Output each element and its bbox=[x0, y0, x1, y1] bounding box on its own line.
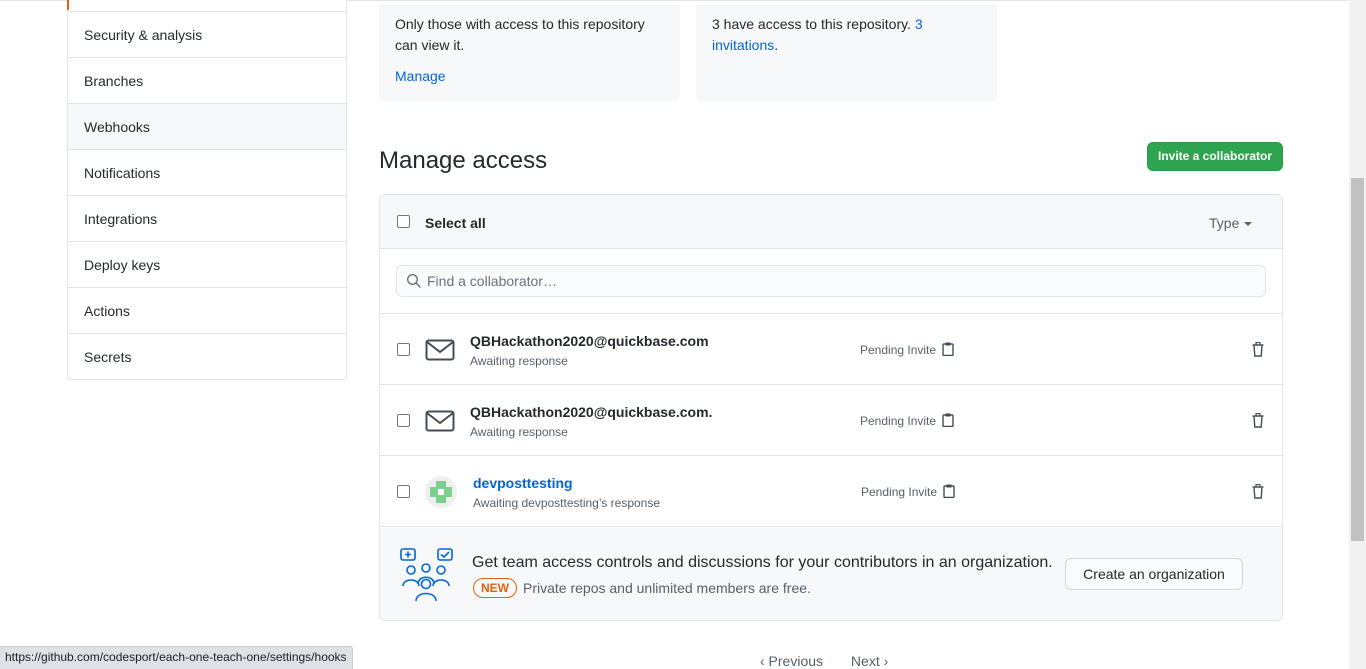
clipboard-icon[interactable] bbox=[943, 484, 955, 498]
collaborator-username-link[interactable]: devposttesting bbox=[473, 475, 573, 491]
row-checkbox[interactable] bbox=[397, 343, 410, 356]
sidebar-item-notifications[interactable]: Notifications bbox=[68, 149, 346, 195]
row-checkbox[interactable] bbox=[397, 485, 410, 498]
visibility-card: Only those with access to this repositor… bbox=[379, 4, 680, 102]
collaborator-row: QBHackathon2020@quickbase.com. Awaiting … bbox=[380, 385, 1282, 456]
collaborator-name: QBHackathon2020@quickbase.com bbox=[470, 333, 709, 349]
trash-icon[interactable] bbox=[1252, 342, 1264, 357]
sidebar-item-secrets[interactable]: Secrets bbox=[68, 333, 346, 379]
type-filter-dropdown[interactable]: Type bbox=[1209, 215, 1253, 231]
promo-subtitle: Private repos and unlimited members are … bbox=[523, 580, 811, 596]
pending-invite-label: Pending Invite bbox=[860, 414, 937, 428]
manage-access-title: Manage access bbox=[379, 147, 548, 174]
clipboard-icon[interactable] bbox=[942, 413, 954, 427]
mail-icon bbox=[425, 339, 455, 361]
caret-down-icon bbox=[1244, 222, 1253, 227]
scrollbar-thumb[interactable] bbox=[1351, 178, 1364, 541]
previous-page-link[interactable]: ‹ Previous bbox=[760, 653, 823, 669]
manage-link[interactable]: Manage bbox=[395, 66, 664, 87]
invitations-suffix: . bbox=[774, 37, 779, 53]
search-row bbox=[380, 249, 1282, 314]
search-icon bbox=[406, 273, 421, 288]
invite-collaborator-button[interactable]: Invite a collaborator bbox=[1147, 142, 1283, 171]
trash-icon[interactable] bbox=[1252, 484, 1264, 499]
collaborator-status-text: Awaiting response bbox=[470, 354, 568, 368]
active-marker bbox=[67, 0, 69, 10]
browser-status-url: https://github.com/codesport/each-one-te… bbox=[0, 646, 353, 669]
type-filter-label: Type bbox=[1209, 215, 1240, 231]
clipboard-icon[interactable] bbox=[942, 342, 954, 356]
new-badge: NEW bbox=[473, 578, 517, 598]
settings-sidebar: Security & analysis Branches Webhooks No… bbox=[67, 0, 347, 380]
access-card: 3 have access to this repository. 3 invi… bbox=[696, 4, 997, 102]
trash-icon[interactable] bbox=[1252, 413, 1264, 428]
box-header: Select all Type bbox=[380, 195, 1282, 249]
sidebar-item-deploy-keys[interactable]: Deploy keys bbox=[68, 241, 346, 287]
promo-title: Get team access controls and discussions… bbox=[472, 554, 1053, 571]
access-text: have access to this repository. bbox=[719, 16, 915, 32]
access-count: 3 bbox=[712, 16, 720, 32]
collaborators-box: Select all Type QBHackathon2020@quickbas… bbox=[379, 194, 1283, 621]
sidebar-item-actions[interactable]: Actions bbox=[68, 287, 346, 333]
collaborator-search-input[interactable] bbox=[396, 265, 1266, 297]
pending-invite-label: Pending Invite bbox=[860, 343, 937, 357]
sidebar-item-branches[interactable]: Branches bbox=[68, 57, 346, 103]
pagination: ‹ Previous Next › bbox=[760, 653, 912, 669]
access-summary: 3 have access to this repository. 3 invi… bbox=[712, 14, 952, 56]
sidebar-item-security-analysis[interactable]: Security & analysis bbox=[68, 11, 346, 57]
select-all-label: Select all bbox=[425, 215, 486, 231]
pending-invite-label: Pending Invite bbox=[861, 485, 938, 499]
select-all-checkbox[interactable] bbox=[397, 215, 410, 228]
user-avatar[interactable] bbox=[425, 476, 457, 508]
collaborator-row: devposttesting Awaiting devposttesting’s… bbox=[380, 456, 1282, 527]
collaborator-row: QBHackathon2020@quickbase.com Awaiting r… bbox=[380, 314, 1282, 385]
organization-promo: Get team access controls and discussions… bbox=[380, 528, 1282, 620]
next-page-link[interactable]: Next › bbox=[851, 653, 888, 669]
visibility-text: Only those with access to this repositor… bbox=[395, 16, 645, 53]
create-organization-button[interactable]: Create an organization bbox=[1065, 558, 1243, 590]
collaborator-name: QBHackathon2020@quickbase.com. bbox=[470, 404, 713, 420]
row-checkbox[interactable] bbox=[397, 414, 410, 427]
mail-icon bbox=[425, 410, 455, 432]
collaborator-status-text: Awaiting response bbox=[470, 425, 568, 439]
sidebar-item-integrations[interactable]: Integrations bbox=[68, 195, 346, 241]
team-people-icon bbox=[400, 548, 453, 602]
collaborator-status-text: Awaiting devposttesting’s response bbox=[473, 496, 661, 510]
sidebar-item-webhooks[interactable]: Webhooks bbox=[68, 103, 346, 149]
